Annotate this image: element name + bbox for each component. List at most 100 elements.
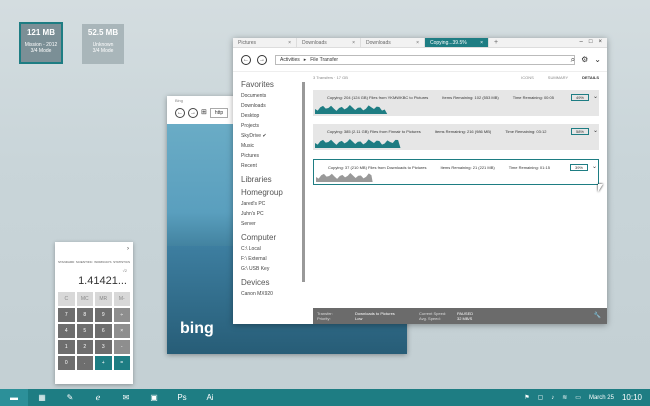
tab-downloads-2[interactable]: Downloads × [361, 38, 425, 47]
windows-icon[interactable]: ⊞ [201, 108, 207, 118]
chevron-down-icon[interactable]: ⌄ [593, 93, 598, 100]
tab-close-icon[interactable]: × [416, 40, 419, 46]
calc-key[interactable]: ÷ [113, 308, 130, 322]
sidebar-heading-devices[interactable]: Devices [241, 278, 299, 287]
back-icon[interactable]: ← [241, 55, 251, 65]
calc-key[interactable]: 8 [76, 308, 93, 322]
breadcrumb-file-transfer[interactable]: File Transfer [310, 57, 338, 63]
transfer-job[interactable]: Copying: 204 (124 GB) Files from YKMWKBC… [313, 90, 599, 116]
sidebar-item[interactable]: Desktop [241, 111, 299, 121]
speed-graph-svg [315, 139, 401, 148]
sidebar-item[interactable]: Server [241, 219, 299, 229]
calc-key[interactable]: - [113, 340, 130, 354]
forward-icon[interactable]: → [188, 108, 198, 118]
sidebar-item[interactable]: F:\ External [241, 254, 299, 264]
chevron-down-icon[interactable]: ⌄ [594, 55, 601, 65]
sidebar-item[interactable]: G:\ USB Key [241, 264, 299, 274]
network-icon[interactable]: ⚑ [524, 394, 529, 401]
calc-key[interactable]: 4 [58, 324, 75, 338]
calc-key[interactable]: 1 [58, 340, 75, 354]
sidebar-item[interactable]: Recent [241, 161, 299, 171]
chevron-down-icon[interactable]: ⌄ [592, 163, 597, 170]
tab-close-icon[interactable]: × [352, 40, 355, 46]
calc-mode-tab[interactable]: STANDARD [58, 260, 74, 264]
job-items-text: Items Remaining: 102 (553 MB) [442, 95, 499, 100]
sidebar-heading-favorites[interactable]: Favorites [241, 80, 299, 89]
folder-icon[interactable]: ▬ [0, 389, 28, 406]
wifi-icon[interactable]: ≋ [562, 394, 567, 401]
transfer-job[interactable]: Copying: 37 (210 MB) Files from Download… [313, 159, 599, 185]
photos-icon[interactable]: ▣ [140, 389, 168, 406]
maximize-button[interactable]: □ [589, 39, 593, 46]
breadcrumb[interactable]: Activities ▸ File Transfer [275, 55, 575, 65]
sidebar-item[interactable]: Music [241, 141, 299, 151]
desktop-tile-unknown[interactable]: 52.5 MB Unknown 3/4 Mode [82, 24, 124, 64]
sidebar-item[interactable]: Jared's PC [241, 199, 299, 209]
chevron-down-icon[interactable]: ⌄ [593, 127, 598, 134]
sidebar-item[interactable]: Pictures [241, 151, 299, 161]
breadcrumb-activities[interactable]: Activities [280, 57, 300, 63]
close-button[interactable]: × [598, 39, 602, 46]
tab-close-icon[interactable]: × [480, 40, 483, 46]
calc-mode-tab[interactable]: STATISTICS [113, 260, 130, 264]
calc-key[interactable]: 7 [58, 308, 75, 322]
tab-copying[interactable]: Copying...39.5% × [425, 38, 489, 47]
sidebar-item[interactable]: Downloads [241, 101, 299, 111]
minimize-button[interactable]: – [580, 39, 583, 46]
sidebar-item[interactable]: Documents [241, 91, 299, 101]
taskbar: ▬ ▦ ✎ ℯ ✉ ▣ Ps Ai ⚑ ▢ ♪ ≋ ▭ March 25 10:… [0, 389, 650, 406]
calc-key[interactable]: 2 [76, 340, 93, 354]
chevron-right-icon: ▸ [303, 57, 307, 63]
tab-pictures[interactable]: Pictures × [233, 38, 297, 47]
illustrator-icon[interactable]: Ai [196, 389, 224, 406]
sidebar-scrollbar[interactable] [302, 82, 305, 282]
forward-icon[interactable]: → [257, 55, 267, 65]
ie-icon[interactable]: ℯ [84, 389, 112, 406]
sidebar-heading-computer[interactable]: Computer [241, 233, 299, 242]
calc-key[interactable]: MR [95, 292, 112, 306]
gear-icon[interactable]: ⚙ [581, 55, 588, 65]
calc-mode-tab[interactable]: SCIENTIFIC [76, 260, 93, 264]
calc-key[interactable]: 0 [58, 356, 75, 370]
calc-key[interactable]: 6 [95, 324, 112, 338]
calc-key[interactable]: M- [113, 292, 130, 306]
sidebar-heading-homegroup[interactable]: Homegroup [241, 188, 299, 197]
mail-icon[interactable]: ✉ [112, 389, 140, 406]
desktop-tile-mission[interactable]: 121 MB Mission - 2012 3/4 Mode [19, 22, 63, 64]
wrench-icon[interactable]: 🔧 [594, 312, 601, 319]
sidebar-item[interactable]: Juhn's PC [241, 209, 299, 219]
new-tab-button[interactable]: + [489, 38, 503, 47]
messages-icon[interactable]: ▢ [538, 394, 544, 401]
transfer-job[interactable]: Copying: 385 (2.11 GB) Files from Finnai… [313, 124, 599, 150]
photoshop-icon[interactable]: Ps [168, 389, 196, 406]
calc-key[interactable]: 3 [95, 340, 112, 354]
volume-icon[interactable]: ♪ [551, 395, 554, 401]
calc-key[interactable]: . [76, 356, 93, 370]
search-icon[interactable]: ⌕ [571, 55, 575, 65]
sidebar-item[interactable]: Projects [241, 121, 299, 131]
calc-key[interactable]: × [113, 324, 130, 338]
sidebar-item[interactable]: C:\ Local [241, 244, 299, 254]
calc-key[interactable]: + [95, 356, 112, 370]
chevron-right-icon[interactable]: › [127, 246, 129, 252]
calc-key[interactable]: 9 [95, 308, 112, 322]
view-icons[interactable]: ICONS [521, 75, 534, 80]
calc-mode-tab[interactable]: WORKDAYS [94, 260, 111, 264]
battery-icon[interactable]: ▭ [575, 394, 581, 401]
sidebar-heading-libraries[interactable]: Libraries [241, 175, 299, 184]
calc-key[interactable]: MC [76, 292, 93, 306]
back-icon[interactable]: ← [175, 108, 185, 118]
view-summary[interactable]: SUMMARY [548, 75, 568, 80]
wrench-icon[interactable]: ✎ [56, 389, 84, 406]
tab-close-icon[interactable]: × [288, 40, 291, 46]
view-details[interactable]: DETAILS [582, 75, 599, 80]
address-bar[interactable]: http [209, 108, 229, 118]
calculator-icon[interactable]: ▦ [28, 389, 56, 406]
tile-size: 52.5 MB [87, 28, 119, 37]
calc-key[interactable]: = [113, 356, 130, 370]
calc-key[interactable]: 5 [76, 324, 93, 338]
sidebar-item[interactable]: Canon MX920 [241, 289, 299, 299]
tab-downloads[interactable]: Downloads × [297, 38, 361, 47]
sidebar-item[interactable]: SkyDrive ✔ [241, 131, 299, 141]
calc-key[interactable]: C [58, 292, 75, 306]
